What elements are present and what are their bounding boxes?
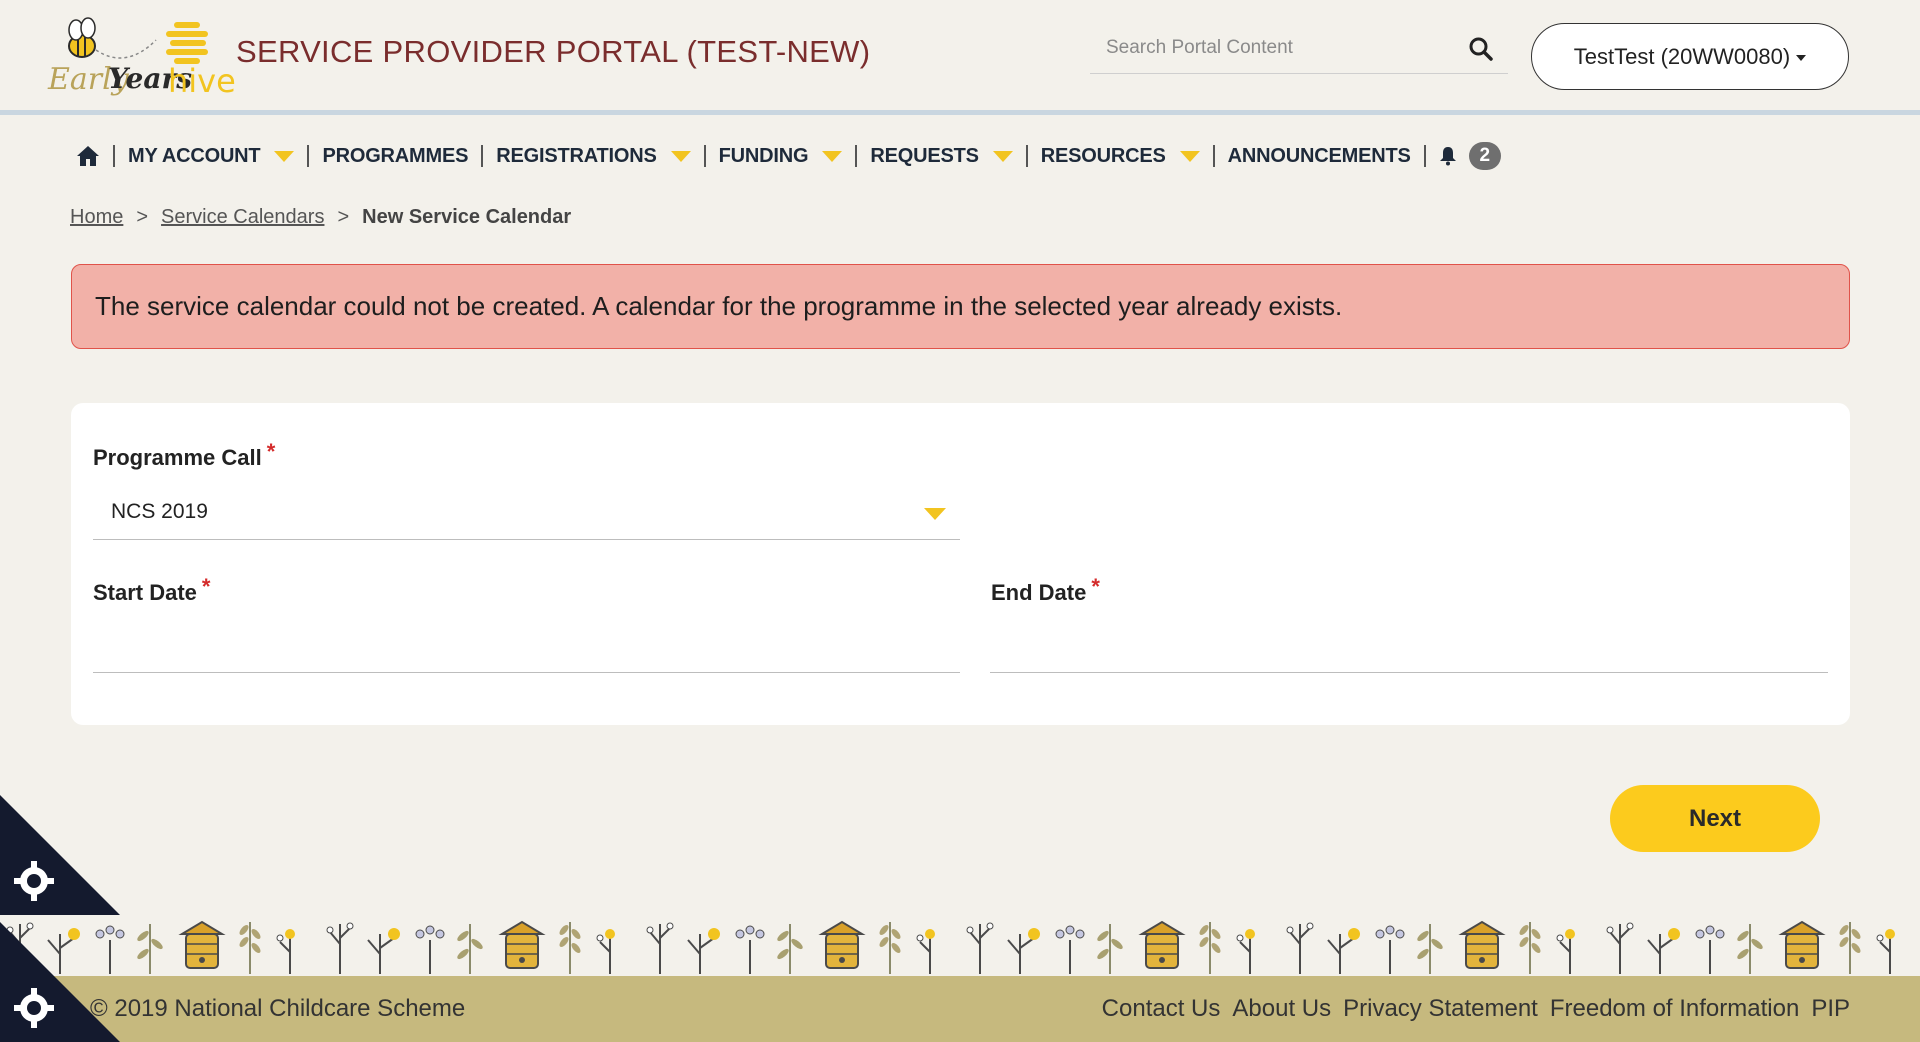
required-marker: *: [266, 439, 276, 464]
error-alert-message: The service calendar could not be create…: [95, 291, 1343, 321]
nav-resources-label: RESOURCES: [1040, 144, 1166, 167]
dropdown-arrow-icon: [1179, 150, 1200, 162]
nav-programmes-label: PROGRAMMES: [322, 144, 469, 167]
nav-funding-label: FUNDING: [718, 144, 809, 167]
search-input[interactable]: [1090, 28, 1450, 68]
decorative-flower-strip: [0, 904, 1920, 976]
breadcrumb: Home > Service Calendars > New Service C…: [70, 206, 571, 229]
dropdown-arrow-icon: [924, 508, 946, 520]
dropdown-arrow-icon: [274, 150, 295, 162]
nav-programmes[interactable]: PROGRAMMES: [307, 145, 481, 167]
main-nav: MY ACCOUNT PROGRAMMES REGISTRATIONS FUND…: [76, 140, 1514, 172]
programme-call-label-text: Programme Call: [93, 445, 262, 470]
footer-link-pip[interactable]: PIP: [1811, 995, 1850, 1023]
footer-links: Contact Us About Us Privacy Statement Fr…: [1102, 995, 1850, 1023]
error-alert: The service calendar could not be create…: [71, 264, 1850, 349]
chevron-down-icon: [1796, 55, 1807, 61]
breadcrumb-service-calendars-link[interactable]: Service Calendars: [161, 206, 324, 229]
end-date-input[interactable]: [990, 623, 1828, 673]
nav-resources[interactable]: RESOURCES: [1025, 144, 1213, 167]
copyright-text: © 2019 National Childcare Scheme: [90, 995, 466, 1022]
nav-registrations[interactable]: REGISTRATIONS: [481, 145, 703, 167]
nav-announcements-label: ANNOUNCEMENTS: [1227, 144, 1411, 167]
nav-notifications[interactable]: 2: [1423, 142, 1514, 170]
dropdown-arrow-icon: [670, 150, 691, 162]
logo-text-hive: hive: [168, 62, 236, 100]
start-date-label: Start Date *: [93, 574, 210, 606]
nav-home[interactable]: [76, 145, 113, 167]
footer-link-freedom-of-information[interactable]: Freedom of Information: [1550, 995, 1799, 1023]
service-calendar-form: Programme Call * NCS 2019 Start Date * End…: [71, 403, 1850, 725]
portal-title: SERVICE PROVIDER PORTAL (TEST-NEW): [236, 34, 871, 69]
dropdown-arrow-icon: [992, 150, 1013, 162]
nav-registrations-label: REGISTRATIONS: [496, 144, 657, 167]
programme-call-label: Programme Call *: [93, 439, 275, 471]
required-marker: *: [1091, 574, 1100, 599]
end-date-label: End Date *: [991, 574, 1100, 606]
home-icon: [77, 146, 99, 166]
header: Early Years hive SERVICE PROVIDER PORTAL…: [0, 0, 1920, 115]
breadcrumb-separator: >: [136, 206, 149, 228]
user-label: TestTest (20WW0080): [1573, 43, 1791, 69]
start-date-label-text: Start Date: [93, 580, 197, 605]
dropdown-arrow-icon: [822, 150, 843, 162]
required-marker: *: [201, 574, 211, 599]
footer-link-about-us[interactable]: About Us: [1232, 995, 1331, 1023]
user-menu-button[interactable]: TestTest (20WW0080): [1531, 23, 1849, 90]
nav-my-account-label: MY ACCOUNT: [128, 144, 261, 167]
flower-pattern-icon: [0, 904, 1920, 976]
search-box: [1090, 28, 1508, 74]
next-button[interactable]: Next: [1610, 785, 1820, 852]
breadcrumb-current: New Service Calendar: [362, 206, 572, 228]
bee-logo-icon: [68, 17, 208, 64]
breadcrumb-separator: >: [337, 206, 350, 228]
programme-call-select[interactable]: NCS 2019: [93, 488, 960, 540]
footer-link-privacy-statement[interactable]: Privacy Statement: [1343, 995, 1538, 1023]
end-date-label-text: End Date: [991, 580, 1087, 605]
cookie-settings-icon: [0, 795, 120, 915]
cookie-settings-widget[interactable]: [0, 795, 120, 915]
cookie-settings-icon: [0, 922, 120, 1042]
start-date-input[interactable]: [93, 623, 960, 673]
cookie-settings-widget[interactable]: [0, 922, 120, 1042]
early-years-hive-logo[interactable]: Early Years hive: [46, 10, 236, 100]
nav-requests-label: REQUESTS: [870, 144, 979, 167]
search-icon[interactable]: [1468, 36, 1494, 62]
breadcrumb-home-link[interactable]: Home: [70, 206, 123, 229]
footer-link-contact-us[interactable]: Contact Us: [1102, 995, 1221, 1023]
programme-call-value: NCS 2019: [111, 500, 208, 523]
footer: © 2019 National Childcare Scheme Contact…: [0, 976, 1920, 1042]
notification-count-badge: 2: [1468, 142, 1501, 170]
nav-funding[interactable]: FUNDING: [703, 144, 856, 167]
nav-announcements[interactable]: ANNOUNCEMENTS: [1212, 144, 1424, 167]
nav-requests[interactable]: REQUESTS: [855, 145, 1025, 167]
nav-my-account[interactable]: MY ACCOUNT: [113, 145, 307, 167]
bell-icon: [1439, 147, 1456, 166]
